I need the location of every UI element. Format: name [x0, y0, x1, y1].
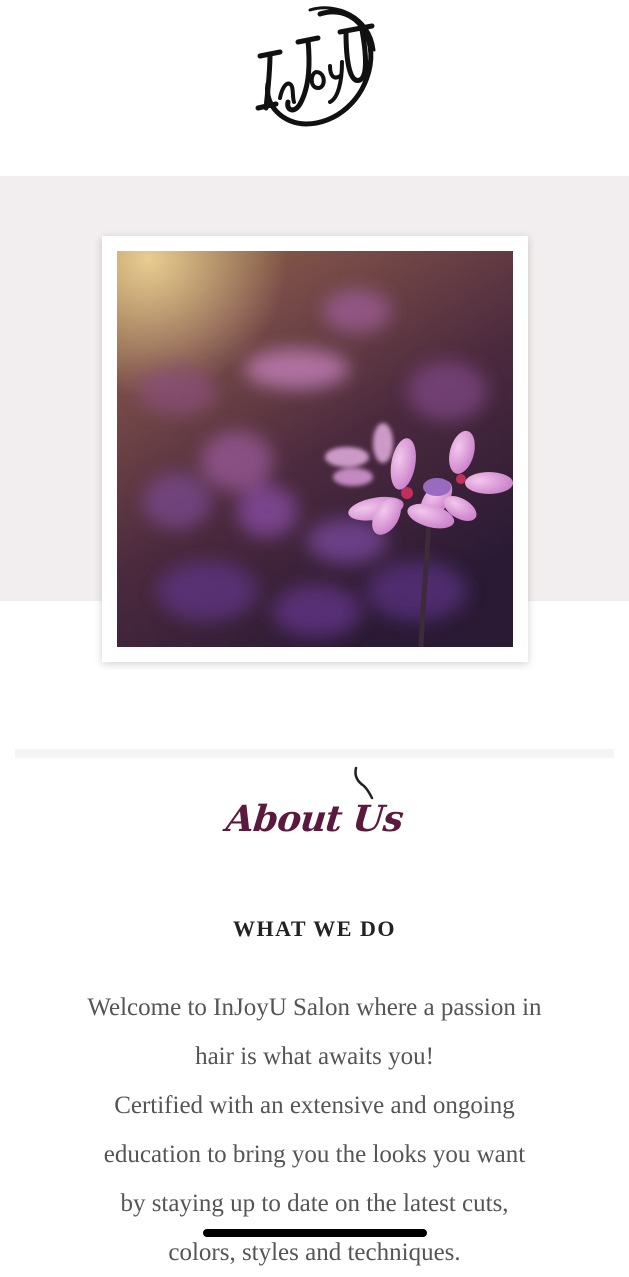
home-indicator-bar[interactable]	[203, 1229, 427, 1237]
paragraph-line: Welcome to InJoyU Salon where a passion …	[87, 994, 542, 1021]
flower-photo	[117, 251, 513, 647]
hanger-hook-icon	[354, 766, 374, 800]
paragraph-line: education to bring you the looks you wan…	[103, 1141, 526, 1168]
about-us-title: About Us	[224, 798, 405, 840]
paragraph-line: by staying up to date on the latest cuts…	[120, 1190, 509, 1217]
site-header	[0, 0, 629, 176]
section-divider	[15, 749, 614, 758]
paragraph-line: hair is what awaits you!	[195, 1043, 434, 1070]
what-we-do-heading: WHAT WE DO	[233, 916, 396, 941]
injoyu-logo[interactable]	[250, 2, 380, 130]
hero-photo-frame	[102, 236, 528, 662]
paragraph-line: Certified with an extensive and ongoing	[114, 1092, 515, 1119]
